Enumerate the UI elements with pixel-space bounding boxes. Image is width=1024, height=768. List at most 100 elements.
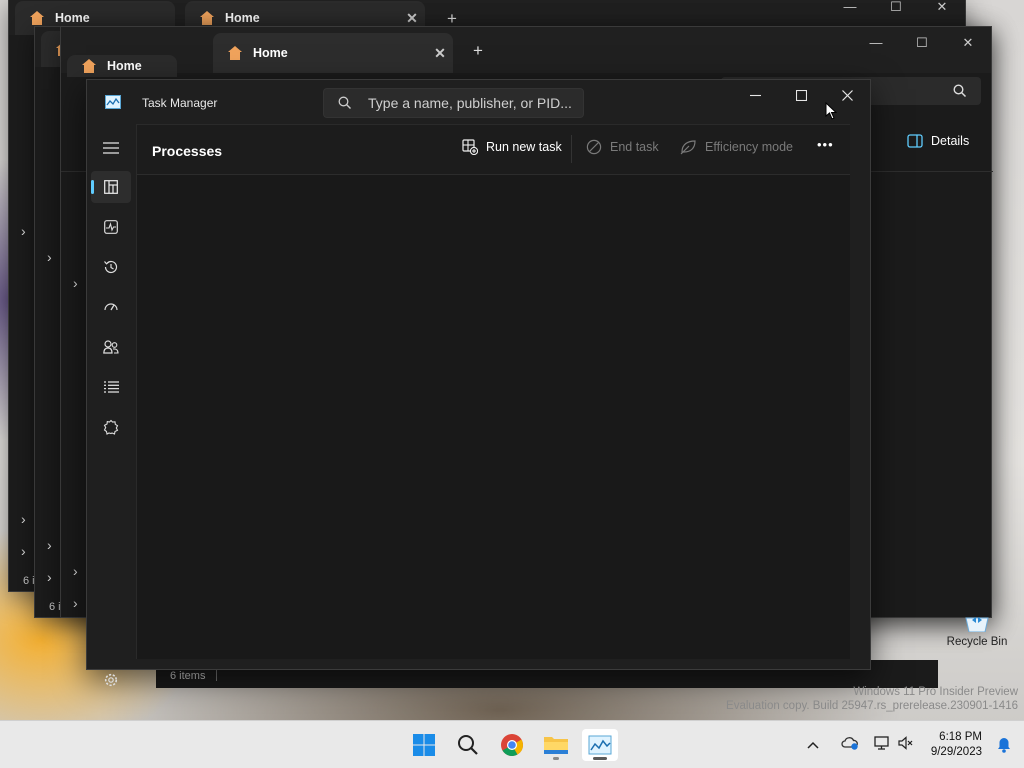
chevron-right-icon[interactable]: ›	[21, 543, 26, 559]
command-bar: Processes Run new task End task Efficien…	[137, 125, 850, 175]
volume-muted-icon	[898, 735, 913, 750]
close-tab-icon[interactable]: ✕	[399, 10, 425, 27]
running-indicator	[553, 757, 559, 760]
nav-details[interactable]	[91, 371, 131, 403]
run-new-task-icon	[462, 139, 478, 155]
close-button[interactable]: ✕	[945, 35, 991, 51]
maximize-icon	[795, 89, 807, 101]
taskbar-search-button[interactable]	[450, 729, 486, 761]
processes-page: Processes Run new task End task Efficien…	[136, 124, 850, 659]
close-button[interactable]: ✕	[919, 0, 965, 15]
services-icon	[103, 419, 119, 435]
end-task-button[interactable]: End task	[586, 139, 659, 155]
close-tab-icon[interactable]: ✕	[427, 45, 453, 62]
maximize-button[interactable]	[778, 80, 824, 110]
details-pane-icon	[907, 134, 923, 148]
details-label: Details	[931, 134, 970, 148]
efficiency-mode-leaf-icon	[680, 140, 696, 155]
search-icon	[458, 735, 478, 755]
onedrive-cloud-icon	[841, 736, 858, 750]
nav-settings[interactable]	[91, 664, 131, 696]
tab-label: Home	[107, 59, 142, 73]
minimize-icon	[749, 94, 761, 96]
users-icon	[103, 340, 119, 354]
task-manager-window[interactable]: Task Manager Type a name, publisher, or …	[86, 79, 871, 687]
volume-button[interactable]	[894, 735, 918, 755]
minimize-button[interactable]: —	[853, 35, 899, 51]
onedrive-button[interactable]	[834, 736, 866, 755]
page-title: Processes	[152, 143, 223, 159]
run-new-task-button[interactable]: Run new task	[462, 139, 562, 155]
network-icon	[874, 735, 889, 750]
bell-icon	[998, 738, 1010, 753]
show-hidden-icons-button[interactable]	[802, 736, 824, 754]
nav-processes[interactable]	[91, 171, 131, 203]
chrome-icon	[501, 734, 523, 756]
new-tab-button[interactable]: +	[473, 41, 483, 61]
notifications-button[interactable]	[996, 737, 1012, 758]
tab-label: Home	[55, 11, 90, 25]
recycle-bin-icon	[965, 617, 989, 632]
end-task-label: End task	[610, 140, 659, 154]
more-options-button[interactable]: •••	[817, 137, 834, 152]
chrome-button[interactable]	[494, 729, 530, 761]
file-explorer-icon	[544, 737, 568, 754]
items-count: 6 i	[23, 575, 35, 587]
details-pane-button[interactable]: Details	[907, 134, 969, 148]
app-history-icon	[104, 260, 118, 274]
chevron-right-icon[interactable]: ›	[73, 595, 78, 611]
start-button[interactable]	[406, 729, 442, 761]
search-box[interactable]: Type a name, publisher, or PID...	[323, 88, 584, 118]
hamburger-menu-button[interactable]	[91, 132, 131, 164]
chevron-right-icon[interactable]: ›	[47, 537, 52, 553]
chevron-right-icon[interactable]: ›	[73, 563, 78, 579]
chevron-right-icon[interactable]: ›	[73, 275, 78, 291]
running-indicator	[593, 757, 607, 760]
search-icon	[953, 84, 967, 98]
menu-icon	[103, 142, 119, 154]
maximize-button[interactable]: ☐	[899, 35, 945, 51]
maximize-button[interactable]: ☐	[873, 0, 919, 15]
taskbar: 6:18 PM 9/29/2023	[0, 720, 1024, 768]
task-manager-button[interactable]	[582, 729, 618, 761]
explorer-tab-active[interactable]: Home ✕	[213, 33, 453, 73]
start-icon	[413, 734, 435, 756]
minimize-button[interactable]	[732, 80, 778, 110]
recycle-bin-label: Recycle Bin	[946, 636, 1008, 648]
minimize-button[interactable]: —	[827, 0, 873, 15]
nav-app-history[interactable]	[91, 251, 131, 283]
items-count: 6 items	[170, 670, 206, 682]
watermark-edition: Windows 11 Pro Insider Preview	[853, 686, 1018, 698]
nav-users[interactable]	[91, 331, 131, 363]
performance-icon	[104, 220, 118, 234]
chevron-right-icon[interactable]: ›	[21, 223, 26, 239]
explorer-tab-3[interactable]: Home	[67, 55, 177, 77]
chevron-right-icon[interactable]: ›	[21, 511, 26, 527]
nav-performance[interactable]	[91, 211, 131, 243]
search-placeholder: Type a name, publisher, or PID...	[368, 95, 572, 111]
end-task-icon	[586, 139, 602, 155]
date: 9/29/2023	[930, 746, 982, 758]
recycle-bin[interactable]: Recycle Bin	[942, 616, 1012, 648]
run-new-task-label: Run new task	[486, 140, 562, 154]
mouse-cursor-icon	[825, 102, 837, 120]
system-tray	[802, 721, 918, 768]
chevron-right-icon[interactable]: ›	[47, 569, 52, 585]
processes-icon	[104, 180, 118, 194]
details-list-icon	[103, 381, 119, 393]
search-icon	[338, 96, 351, 109]
time: 6:18 PM	[939, 731, 982, 743]
chevron-right-icon[interactable]: ›	[47, 249, 52, 265]
clock[interactable]: 6:18 PM 9/29/2023	[931, 730, 982, 760]
evaluation-watermark: Windows 11 Pro Insider Preview Evaluatio…	[726, 686, 1018, 712]
tab-label: Home	[253, 46, 288, 60]
efficiency-mode-button[interactable]: Efficiency mode	[680, 139, 793, 155]
title-bar[interactable]: Task Manager Type a name, publisher, or …	[87, 80, 870, 124]
file-explorer-button[interactable]	[538, 729, 574, 761]
nav-services[interactable]	[91, 411, 131, 443]
network-button[interactable]	[870, 735, 894, 755]
navigation-rail	[87, 124, 136, 687]
close-icon	[841, 89, 853, 101]
watermark-build: Evaluation copy. Build 25947.rs_prerelea…	[726, 700, 1018, 712]
nav-startup-apps[interactable]	[91, 291, 131, 323]
